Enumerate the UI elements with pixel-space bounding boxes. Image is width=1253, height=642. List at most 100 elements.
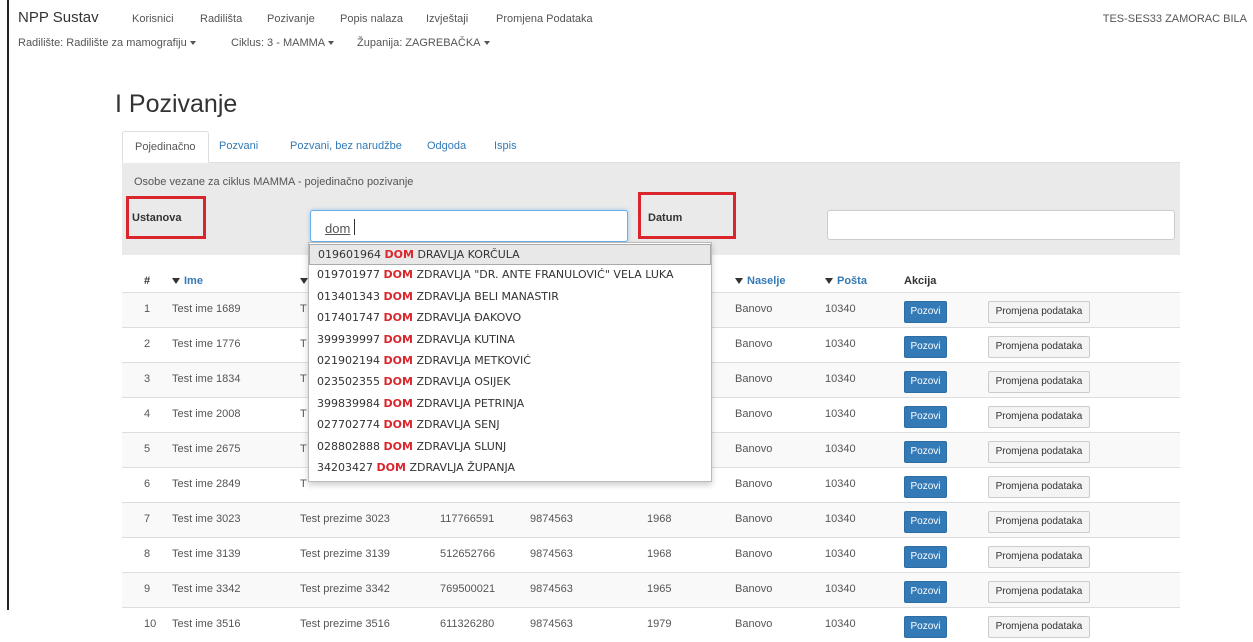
tab-bar: Pojedinačno Pozvani Pozvani, bez narudžb… <box>122 131 1180 163</box>
option-code: 023502355 <box>317 375 380 389</box>
autocomplete-option[interactable]: 019601964 DOM DRAVLJA KORČULA <box>309 244 711 265</box>
cell-prezime: Test prezime 3516 <box>300 618 390 630</box>
column-header-ime[interactable]: Ime <box>172 275 203 287</box>
cell-oib: 611326280 <box>440 618 495 630</box>
pozovi-button[interactable]: Pozovi <box>904 441 947 463</box>
cell-ime: Test ime 3023 <box>172 513 241 525</box>
autocomplete-option[interactable]: 027702774 DOM ZDRAVLJA SENJ <box>309 415 711 436</box>
cell-prezime: T <box>300 478 307 490</box>
datum-input[interactable] <box>827 210 1175 240</box>
cell-prezime: T <box>300 443 307 455</box>
option-code: 019701977 <box>317 268 380 282</box>
cell-naselje: Banovo <box>735 548 773 560</box>
panel-subtitle: Osobe vezane za ciklus MAMMA - pojedinač… <box>134 176 414 188</box>
pozovi-button[interactable]: Pozovi <box>904 616 947 638</box>
cell-ime: Test ime 2008 <box>172 408 241 420</box>
pozovi-button[interactable]: Pozovi <box>904 476 947 498</box>
cell-posta: 10340 <box>825 443 856 455</box>
table-row: 7 Test ime 3023 Test prezime 3023 117766591… <box>122 502 1180 537</box>
promjena-podataka-button[interactable]: Promjena podataka <box>988 441 1090 463</box>
cell-oib: 512652766 <box>440 548 496 560</box>
autocomplete-option[interactable]: 399839984 DOM ZDRAVLJA PETRINJA <box>309 394 711 415</box>
cell-prezime: Test prezime 3023 <box>300 513 390 525</box>
promjena-podataka-button[interactable]: Promjena podataka <box>988 301 1090 323</box>
promjena-podataka-button[interactable]: Promjena podataka <box>988 371 1090 393</box>
cell-naselje: Banovo <box>735 618 773 630</box>
nav-korisnici[interactable]: Korisnici <box>132 13 174 25</box>
tab-pozvani-bez-narudzbe[interactable]: Pozvani, bez narudžbe <box>290 131 402 161</box>
column-header-posta-label: Pošta <box>837 275 867 287</box>
autocomplete-option[interactable]: 021902194 DOM ZDRAVLJA METKOVIĆ <box>309 351 711 372</box>
pozovi-button[interactable]: Pozovi <box>904 546 947 568</box>
promjena-podataka-button[interactable]: Promjena podataka <box>988 511 1090 533</box>
nav-promjena-podataka[interactable]: Promjena Podataka <box>496 13 593 25</box>
cell-posta: 10340 <box>825 513 856 525</box>
promjena-podataka-button[interactable]: Promjena podataka <box>988 476 1090 498</box>
cell-posta: 10340 <box>825 618 856 630</box>
promjena-podataka-button[interactable]: Promjena podataka <box>988 336 1090 358</box>
column-header-posta[interactable]: Pošta <box>825 275 867 287</box>
table-row: 10 Test ime 3516 Test prezime 3516 61132628… <box>122 607 1180 642</box>
cell-ime: Test ime 3516 <box>172 618 241 630</box>
option-match: DOM <box>383 311 413 325</box>
cell-posta: 10340 <box>825 338 856 350</box>
promjena-podataka-button[interactable]: Promjena podataka <box>988 406 1090 428</box>
cell-oib: 117766591 <box>440 513 495 525</box>
column-header-akcija: Akcija <box>904 275 937 287</box>
ustanova-autocomplete: 019601964 DOM DRAVLJA KORČULA 019701977 D… <box>308 242 712 482</box>
cell-prezime: T <box>300 373 307 385</box>
tab-odgoda[interactable]: Odgoda <box>427 131 466 161</box>
ustanova-input[interactable]: dom <box>310 210 628 242</box>
option-code: 027702774 <box>317 418 380 432</box>
column-header-number: # <box>144 275 151 287</box>
tab-ispis[interactable]: Ispis <box>494 131 517 161</box>
user-menu[interactable]: TES-SES33 ZAMORAC BILA <box>1103 13 1247 25</box>
cell-posta: 10340 <box>825 373 856 385</box>
option-match: DOM <box>383 354 413 367</box>
pozovi-button[interactable]: Pozovi <box>904 336 947 358</box>
pozovi-button[interactable]: Pozovi <box>904 301 947 323</box>
nav-izvjestaji[interactable]: Izvještaji <box>426 13 468 25</box>
option-code: 028802888 <box>317 439 380 453</box>
autocomplete-option[interactable]: 019701977 DOM ZDRAVLJA "DR. ANTE FRANULO… <box>309 265 711 286</box>
cell-broj: 9874563 <box>530 618 573 630</box>
promjena-podataka-button[interactable]: Promjena podataka <box>988 546 1090 568</box>
autocomplete-option[interactable]: 023502355 DOM ZDRAVLJA OSIJEK <box>309 372 711 393</box>
option-match: DOM <box>384 248 414 261</box>
nav-radilista[interactable]: Radilišta <box>200 13 242 25</box>
cell-naselje: Banovo <box>735 373 773 385</box>
option-match: DOM <box>383 332 413 346</box>
option-match: DOM <box>383 289 413 303</box>
autocomplete-option[interactable]: 399939997 DOM ZDRAVLJA KUTINA <box>309 330 711 351</box>
tab-pozvani[interactable]: Pozvani <box>219 131 258 161</box>
autocomplete-option[interactable]: 34203427 DOM ZDRAVLJA ŽUPANJA <box>309 458 711 479</box>
nav-popis-nalaza[interactable]: Popis nalaza <box>340 13 403 25</box>
tab-pojedinacno[interactable]: Pojedinačno <box>122 131 209 163</box>
ciklus-dropdown[interactable]: Ciklus: 3 - MAMMA <box>231 37 335 49</box>
pozovi-button[interactable]: Pozovi <box>904 406 947 428</box>
caret-down-icon <box>483 41 490 46</box>
promjena-podataka-button[interactable]: Promjena podataka <box>988 581 1090 603</box>
cell-godina: 1968 <box>647 513 672 525</box>
app-brand[interactable]: NPP Sustav <box>18 9 99 26</box>
autocomplete-option[interactable]: 017401747 DOM ZDRAVLJA ĐAKOVO <box>309 308 711 329</box>
zupanija-dropdown[interactable]: Županija: ZAGREBAČKA <box>357 37 490 49</box>
promjena-podataka-button[interactable]: Promjena podataka <box>988 616 1090 638</box>
row-number: 2 <box>144 338 151 350</box>
nav-pozivanje[interactable]: Pozivanje <box>267 13 315 25</box>
pozovi-button[interactable]: Pozovi <box>904 371 947 393</box>
radiliste-dropdown[interactable]: Radilište: Radilište za mamografiju <box>18 37 196 49</box>
autocomplete-option[interactable]: 013401343 DOM ZDRAVLJA BELI MANASTIR <box>309 287 711 308</box>
pozovi-button[interactable]: Pozovi <box>904 581 947 603</box>
option-name: ZDRAVLJA "DR. ANTE FRANULOVIĆ" VELA LUKA <box>416 268 674 282</box>
pozovi-button[interactable]: Pozovi <box>904 511 947 533</box>
cell-ime: Test ime 1689 <box>172 303 241 315</box>
column-header-naselje[interactable]: Naselje <box>735 275 786 287</box>
option-name: ZDRAVLJA SLUNJ <box>416 439 507 453</box>
column-header-naselje-label: Naselje <box>747 275 786 287</box>
autocomplete-option[interactable]: 028802888 DOM ZDRAVLJA SLUNJ <box>309 437 711 458</box>
option-code: 399939997 <box>317 332 380 346</box>
option-name: ZDRAVLJA METKOVIĆ <box>416 354 531 367</box>
zupanija-label: Županija: ZAGREBAČKA <box>357 37 481 49</box>
cell-ime: Test ime 2849 <box>172 478 241 490</box>
